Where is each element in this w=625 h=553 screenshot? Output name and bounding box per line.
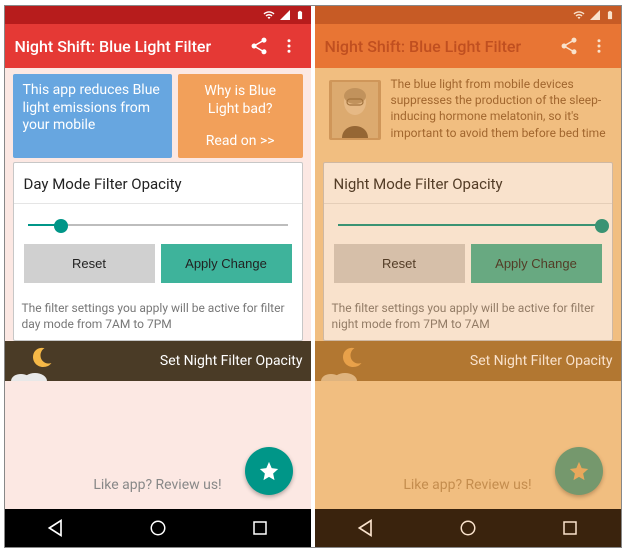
signal-icon — [589, 9, 601, 21]
star-icon — [568, 460, 590, 482]
opacity-slider[interactable] — [24, 214, 292, 238]
bottom-area: Like app? Review us! — [323, 381, 613, 509]
help-text: The filter settings you apply will be ac… — [324, 291, 612, 340]
night-bar-label: Set Night Filter Opacity — [160, 353, 303, 369]
share-icon[interactable] — [247, 34, 271, 58]
set-night-filter-bar[interactable]: Set Night Filter Opacity — [315, 341, 621, 381]
set-night-filter-bar[interactable]: Set Night Filter Opacity — [5, 341, 311, 381]
info-orange-question: Why is Blue Light bad? — [188, 82, 293, 118]
cloud-icon — [319, 367, 359, 381]
opacity-slider[interactable] — [334, 214, 602, 238]
app-bar: Night Shift: Blue Light Filter — [315, 24, 621, 68]
opacity-card: Day Mode Filter Opacity Reset Apply Chan… — [13, 162, 303, 341]
nav-back-icon[interactable] — [356, 518, 376, 538]
night-bar-label: Set Night Filter Opacity — [470, 353, 613, 369]
content-area: This app reduces Blue light emissions fr… — [5, 68, 311, 509]
info-row: This app reduces Blue light emissions fr… — [13, 74, 303, 158]
info-text: The blue light from mobile devices suppr… — [391, 74, 607, 158]
app-title: Night Shift: Blue Light Filter — [15, 37, 241, 56]
phone-day-mode: Night Shift: Blue Light Filter This app … — [5, 6, 311, 547]
status-bar — [5, 6, 311, 24]
share-icon[interactable] — [557, 34, 581, 58]
review-link[interactable]: Like app? Review us! — [403, 465, 531, 505]
moon-icon — [341, 345, 365, 369]
app-title: Night Shift: Blue Light Filter — [325, 37, 551, 56]
star-icon — [258, 460, 280, 482]
slider-thumb[interactable] — [595, 219, 609, 233]
info-card-orange[interactable]: Why is Blue Light bad? Read on >> — [178, 74, 303, 158]
reset-button[interactable]: Reset — [24, 244, 155, 283]
cloud-icon — [9, 367, 49, 381]
help-text: The filter settings you apply will be ac… — [14, 291, 302, 340]
card-title: Night Mode Filter Opacity — [324, 163, 612, 204]
wifi-icon — [263, 9, 275, 21]
info-orange-link: Read on >> — [188, 132, 293, 150]
nav-home-icon[interactable] — [459, 519, 477, 537]
nav-home-icon[interactable] — [149, 519, 167, 537]
battery-icon — [295, 9, 305, 21]
content-area: The blue light from mobile devices suppr… — [315, 68, 621, 509]
battery-icon — [605, 9, 615, 21]
info-row: The blue light from mobile devices suppr… — [323, 74, 613, 158]
nav-recent-icon[interactable] — [251, 519, 269, 537]
card-title: Day Mode Filter Opacity — [14, 163, 302, 204]
nav-recent-icon[interactable] — [561, 519, 579, 537]
moon-icon — [31, 345, 55, 369]
bottom-area: Like app? Review us! — [13, 381, 303, 509]
app-bar: Night Shift: Blue Light Filter — [5, 24, 311, 68]
phone-night-mode: Night Shift: Blue Light Filter The blue … — [315, 6, 621, 547]
menu-icon[interactable] — [277, 34, 301, 58]
avatar-image — [329, 80, 381, 140]
nav-back-icon[interactable] — [46, 518, 66, 538]
fab-star[interactable] — [245, 447, 293, 495]
reset-button[interactable]: Reset — [334, 244, 465, 283]
status-bar — [315, 6, 621, 24]
apply-change-button[interactable]: Apply Change — [471, 244, 602, 283]
menu-icon[interactable] — [587, 34, 611, 58]
signal-icon — [279, 9, 291, 21]
nav-bar — [5, 509, 311, 547]
nav-bar — [315, 509, 621, 547]
apply-change-button[interactable]: Apply Change — [161, 244, 292, 283]
fab-star[interactable] — [555, 447, 603, 495]
slider-thumb[interactable] — [54, 219, 68, 233]
info-card-blue: This app reduces Blue light emissions fr… — [13, 74, 172, 158]
review-link[interactable]: Like app? Review us! — [93, 465, 221, 505]
opacity-card: Night Mode Filter Opacity Reset Apply Ch… — [323, 162, 613, 341]
wifi-icon — [573, 9, 585, 21]
